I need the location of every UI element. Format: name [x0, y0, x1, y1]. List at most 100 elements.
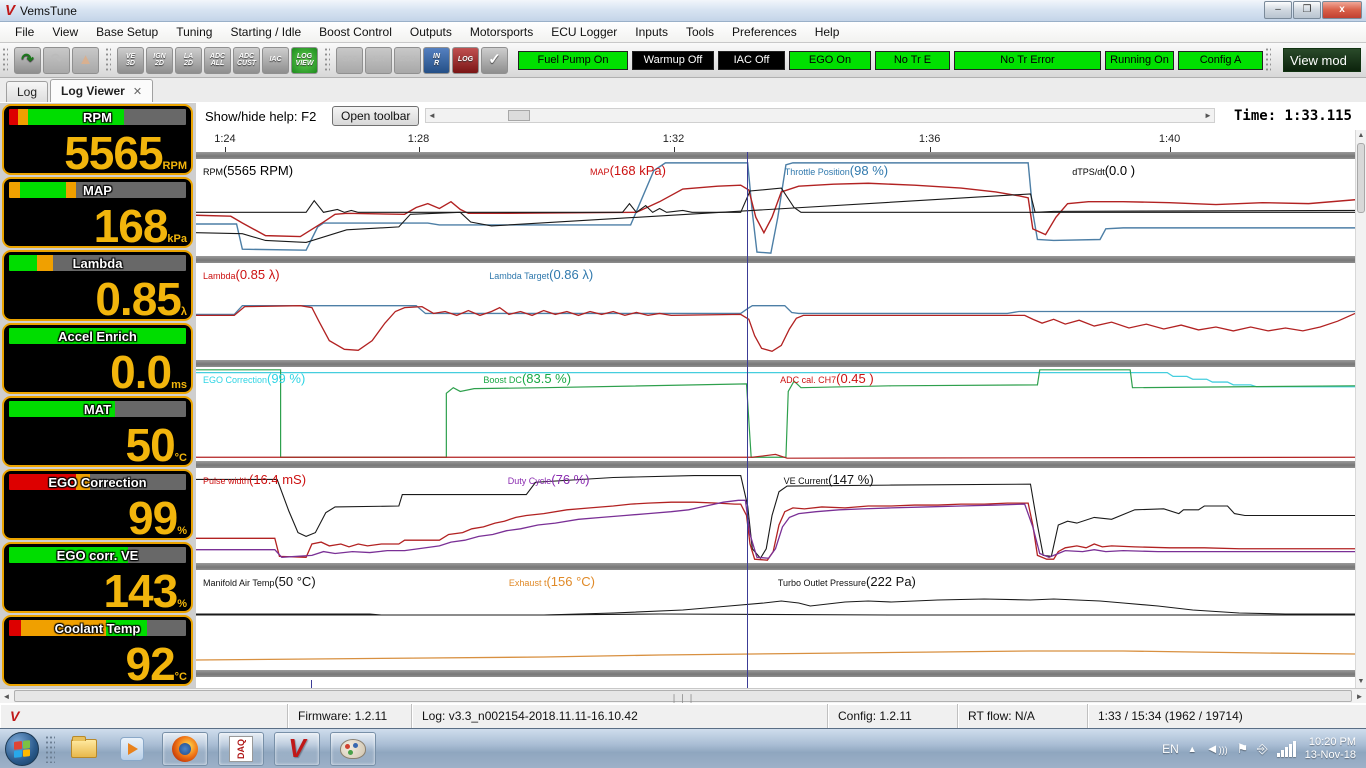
menu-item-tools[interactable]: Tools: [677, 23, 723, 41]
la-2d-button[interactable]: LA 2D: [175, 47, 202, 74]
chart-pan-scrollbar[interactable]: ◄ ►: [425, 108, 1215, 123]
gauge-lambda[interactable]: Lambda0.85λ: [2, 250, 193, 321]
scroll-right-icon[interactable]: ►: [1353, 690, 1366, 703]
series-label-turbo-outlet-pressure: Turbo Outlet Pressure(222 Pa): [778, 573, 916, 591]
gauge-unit: %: [177, 598, 187, 610]
status-light-ego-on[interactable]: EGO On: [789, 51, 871, 70]
view-mode-button[interactable]: View mod: [1283, 48, 1361, 72]
language-indicator[interactable]: EN: [1162, 742, 1179, 756]
series-value: (16.4 mS): [249, 472, 306, 487]
close-button[interactable]: x: [1322, 1, 1362, 19]
menu-item-view[interactable]: View: [43, 23, 87, 41]
horizontal-scrollbar-thumb[interactable]: ❘❘❘: [14, 690, 1352, 702]
ve-3d-button[interactable]: VE 3D: [117, 47, 144, 74]
disconnect-icon[interactable]: ↷: [43, 47, 70, 74]
na-button[interactable]: N/A: [365, 47, 392, 74]
pan-left-arrow-icon[interactable]: ◄: [426, 109, 438, 122]
gauge-coolant-temp[interactable]: Coolant Temp92°C: [2, 615, 193, 686]
ecu-button[interactable]: ECU: [394, 47, 421, 74]
chart-panel-ego-boost-adc[interactable]: EGO Correction(99 %)Boost DC(83.5 %)ADC …: [196, 367, 1355, 461]
tab-log-viewer[interactable]: Log Viewer ✕: [50, 79, 153, 102]
status-light-fuel-pump-on[interactable]: Fuel Pump On: [518, 51, 628, 70]
menu-item-outputs[interactable]: Outputs: [401, 23, 461, 41]
gauge-rpm[interactable]: RPM5565RPM: [2, 104, 193, 175]
maximize-button[interactable]: ❐: [1293, 1, 1321, 19]
help-text: Show/hide help: F2: [205, 109, 316, 124]
tab-log[interactable]: Log: [6, 81, 48, 102]
gauge-ego-correction[interactable]: EGO Correction99%: [2, 469, 193, 540]
chart-panel-lambda[interactable]: Lambda(0.85 λ)Lambda Target(0.86 λ): [196, 263, 1355, 360]
log-button[interactable]: LOG: [452, 47, 479, 74]
series-label-manifold-air-temp: Manifold Air Temp(50 °C): [203, 573, 316, 591]
network-signal-icon[interactable]: [1277, 741, 1296, 757]
series-exhaust-t: [196, 651, 1355, 660]
chart-panel-rpm-map-tps[interactable]: RPM(5565 RPM)MAP(168 kPa)Throttle Positi…: [196, 159, 1355, 256]
status-light-config-a[interactable]: Config A: [1178, 51, 1263, 70]
status-light-no-tr-e[interactable]: No Tr E: [875, 51, 950, 70]
menu-item-tuning[interactable]: Tuning: [167, 23, 221, 41]
burn-icon[interactable]: ▲: [72, 47, 99, 74]
ok-button[interactable]: ✓: [481, 47, 508, 74]
in-r-button[interactable]: IN R: [423, 47, 450, 74]
taskbar-paint-button[interactable]: [330, 732, 376, 766]
taskbar-clock[interactable]: 10:20 PM 13-Nov-18: [1305, 736, 1356, 762]
ign-2d-button[interactable]: IGN 2D: [146, 47, 173, 74]
series-label-ego-correction: EGO Correction(99 %): [203, 370, 305, 388]
taskbar-idaq-button[interactable]: DAQ: [218, 732, 264, 766]
connect-icon[interactable]: ↷: [14, 47, 41, 74]
horizontal-scrollbar[interactable]: ◄ ❘❘❘ ►: [0, 688, 1366, 703]
menu-item-ecu-logger[interactable]: ECU Logger: [542, 23, 626, 41]
iac-button[interactable]: IAC: [262, 47, 289, 74]
pan-right-arrow-icon[interactable]: ►: [1202, 109, 1214, 122]
gauge-ego-corr-ve[interactable]: EGO corr. VE143%: [2, 542, 193, 613]
gauge-mat[interactable]: MAT50°C: [2, 396, 193, 467]
adc-cust-button[interactable]: ADC CUST: [233, 47, 260, 74]
menu-item-inputs[interactable]: Inputs: [626, 23, 677, 41]
status-light-no-tr-error[interactable]: No Tr Error: [954, 51, 1101, 70]
volume-icon[interactable]: ◄))): [1206, 741, 1228, 756]
gps-button[interactable]: GPS: [336, 47, 363, 74]
pan-scrollbar-thumb[interactable]: [508, 110, 530, 121]
scroll-down-icon[interactable]: ▼: [1356, 676, 1366, 688]
series-label-map: MAP(168 kPa): [590, 162, 666, 180]
status-light-iac-off[interactable]: IAC Off: [718, 51, 785, 70]
minimize-button[interactable]: –: [1264, 1, 1292, 19]
taskbar-vemstune-button[interactable]: V: [274, 732, 320, 766]
menu-item-motorsports[interactable]: Motorsports: [461, 23, 542, 41]
status-light-running-on[interactable]: Running On: [1105, 51, 1174, 70]
chart-canvas-ego-boost-adc: [196, 367, 1355, 461]
series-label-dtps-dt: dTPS/dt(0.0 ): [1072, 162, 1135, 180]
adc-all-button[interactable]: ADC ALL: [204, 47, 231, 74]
vertical-scrollbar-thumb[interactable]: [1357, 143, 1365, 213]
help-row: Show/hide help: F2 Open toolbar ◄ ► Time…: [196, 103, 1366, 130]
scroll-up-icon[interactable]: ▲: [1356, 130, 1366, 142]
menu-item-starting-idle[interactable]: Starting / Idle: [221, 23, 310, 41]
show-hidden-icons-button[interactable]: ▲: [1188, 744, 1197, 754]
taskbar-firefox-button[interactable]: [162, 732, 208, 766]
system-tray: EN ▲ ◄))) ⚑ ⎆ 10:20 PM 13-Nov-18: [1162, 736, 1366, 762]
chart-vertical-scrollbar[interactable]: ▲ ▼: [1355, 130, 1366, 688]
power-plug-icon[interactable]: ⎆: [1257, 741, 1267, 757]
scroll-left-icon[interactable]: ◄: [0, 690, 13, 703]
start-button[interactable]: [5, 732, 39, 766]
series-name: Duty Cycle: [508, 476, 552, 486]
menu-item-preferences[interactable]: Preferences: [723, 23, 806, 41]
menu-item-file[interactable]: File: [6, 23, 43, 41]
gauge-map[interactable]: MAP168kPa: [2, 177, 193, 248]
taskbar-media-player-button[interactable]: [109, 732, 155, 766]
menu-item-boost-control[interactable]: Boost Control: [310, 23, 401, 41]
chart-panel-pw-dc-ve[interactable]: Pulse width(16.4 mS)Duty Cycle(76 %)VE C…: [196, 468, 1355, 563]
time-cursor-line[interactable]: [747, 152, 748, 688]
gauge-accel-enrich[interactable]: Accel Enrich0.0ms: [2, 323, 193, 394]
title-bar[interactable]: V VemsTune – ❐ x: [0, 0, 1366, 22]
menu-item-help[interactable]: Help: [806, 23, 849, 41]
tab-close-icon[interactable]: ✕: [133, 85, 142, 98]
taskbar-explorer-button[interactable]: [61, 732, 107, 766]
open-toolbar-button[interactable]: Open toolbar: [332, 106, 419, 126]
menu-item-base-setup[interactable]: Base Setup: [87, 23, 167, 41]
action-center-flag-icon[interactable]: ⚑: [1237, 741, 1249, 757]
log-viewer-chart-area[interactable]: Show/hide help: F2 Open toolbar ◄ ► Time…: [196, 103, 1366, 688]
status-light-warmup-off[interactable]: Warmup Off: [632, 51, 714, 70]
log-view-button[interactable]: LOG VIEW: [291, 47, 318, 74]
chart-panel-mat-exhaust-turbo[interactable]: Manifold Air Temp(50 °C)Exhaust t(156 °C…: [196, 570, 1355, 670]
